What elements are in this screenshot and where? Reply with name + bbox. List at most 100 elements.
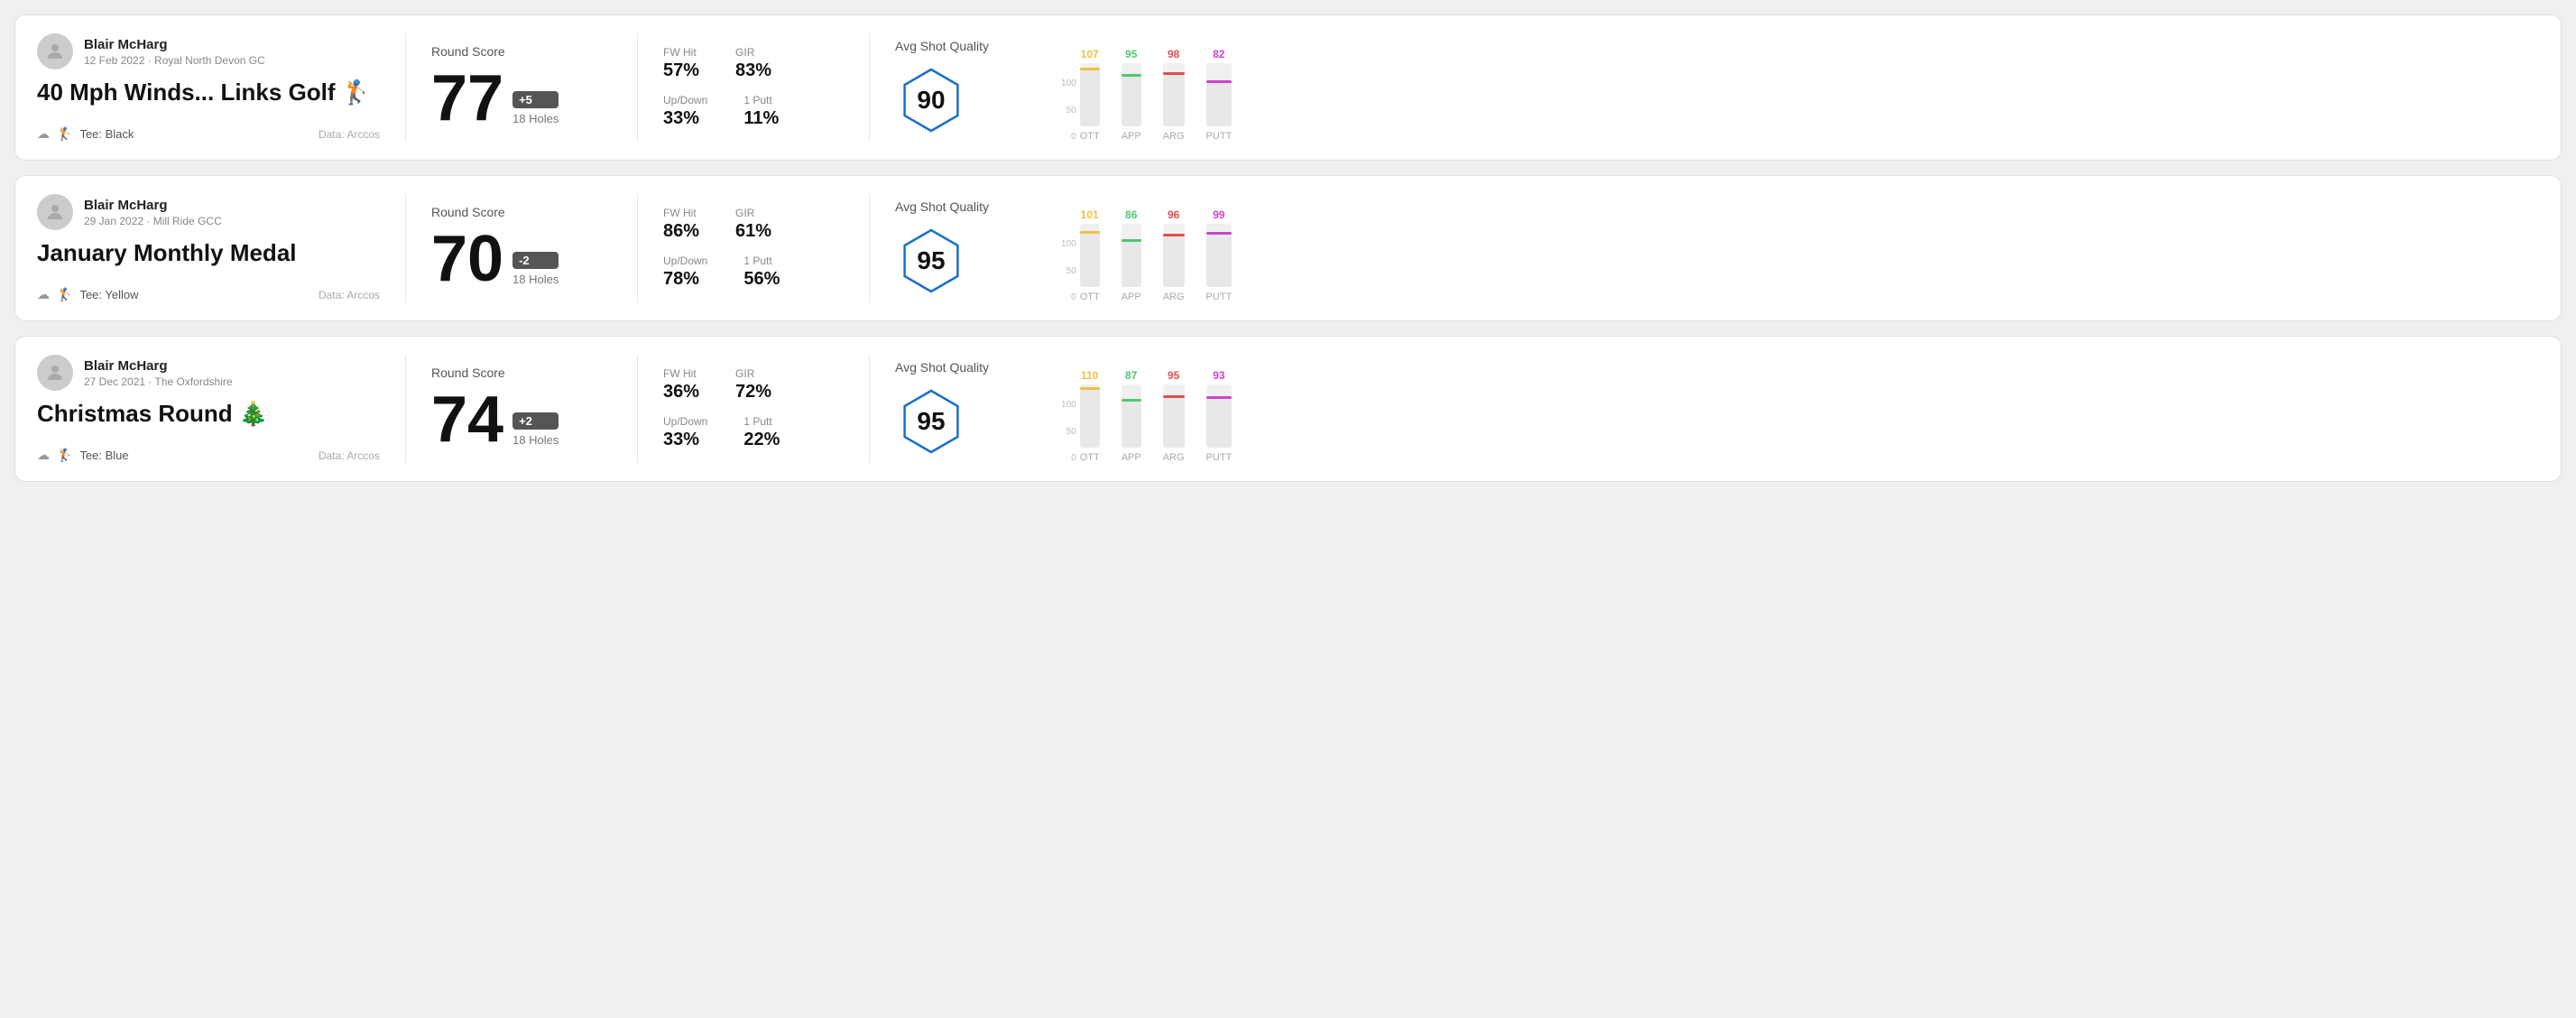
fw-hit-value: 57%	[663, 60, 699, 81]
round-title: Christmas Round 🎄	[37, 400, 380, 428]
round-score-label: Round Score	[431, 44, 612, 59]
card-footer: ☁ 🏌 Tee: Blue Data: Arccos	[37, 448, 380, 463]
fw-hit-label: FW Hit	[663, 46, 699, 59]
bar-wrapper	[1163, 384, 1185, 448]
divider-2	[637, 355, 638, 463]
divider-3	[869, 355, 870, 463]
bar-wrapper	[1206, 224, 1233, 287]
bar-line	[1080, 68, 1100, 70]
bar-line	[1080, 387, 1100, 390]
bar-wrapper	[1122, 224, 1141, 287]
oneputt-value: 11%	[743, 108, 779, 129]
bar-value-label: 96	[1168, 208, 1179, 221]
bar-fill	[1122, 77, 1141, 126]
round-score-label: Round Score	[431, 366, 612, 380]
holes-label: 18 Holes	[512, 433, 559, 447]
bar-line	[1122, 239, 1141, 242]
quality-label: Avg Shot Quality	[895, 199, 989, 214]
data-source: Data: Arccos	[319, 289, 380, 301]
divider-2	[637, 194, 638, 302]
player-date-course: 12 Feb 2022 · Royal North Devon GC	[84, 54, 265, 67]
player-name: Blair McHarg	[84, 198, 222, 213]
bar-wrapper	[1122, 63, 1141, 126]
fw-hit-label: FW Hit	[663, 207, 699, 219]
tee-info: ☁ 🏌 Tee: Yellow	[37, 287, 139, 302]
gir-value: 83%	[735, 60, 771, 81]
updown-label: Up/Down	[663, 255, 707, 267]
card-stats: FW Hit 57% GIR 83% Up/Down 33% 1 Putt 11…	[663, 33, 844, 142]
gir-value: 72%	[735, 382, 771, 403]
bar-fill	[1080, 234, 1100, 287]
bar-column: 95 ARG	[1163, 369, 1185, 463]
bag-icon: 🏌	[57, 287, 72, 302]
bar-value-label: 98	[1168, 48, 1179, 60]
bar-line	[1163, 72, 1185, 75]
gir-value: 61%	[735, 221, 771, 242]
score-row: 70 -2 18 Holes	[431, 227, 612, 292]
bar-value-label: 101	[1081, 208, 1099, 221]
bar-value-label: 86	[1125, 208, 1137, 221]
card-footer: ☁ 🏌 Tee: Yellow Data: Arccos	[37, 287, 380, 302]
player-date-course: 27 Dec 2021 · The Oxfordshire	[84, 375, 233, 388]
card-left: Blair McHarg 12 Feb 2022 · Royal North D…	[37, 33, 380, 142]
player-name: Blair McHarg	[84, 37, 265, 52]
card-chart: 100 50 0 101 OTT 86 APP	[1039, 194, 2539, 302]
bar-line	[1206, 396, 1233, 399]
quality-score: 90	[917, 86, 945, 115]
fw-hit-stat: FW Hit 57%	[663, 46, 699, 81]
bar-axis-label: OTT	[1080, 131, 1100, 142]
card-quality: Avg Shot Quality 95	[895, 194, 1039, 302]
divider-3	[869, 194, 870, 302]
stats-row-1: FW Hit 36% GIR 72%	[663, 367, 844, 403]
updown-value: 33%	[663, 430, 707, 450]
bar-value-label: 110	[1081, 369, 1098, 382]
bar-column: 87 APP	[1122, 369, 1141, 463]
fw-hit-stat: FW Hit 36%	[663, 367, 699, 403]
fw-hit-value: 36%	[663, 382, 699, 403]
data-source: Data: Arccos	[319, 449, 380, 462]
divider-1	[405, 194, 406, 302]
holes-label: 18 Holes	[512, 273, 559, 286]
card-score: Round Score 70 -2 18 Holes	[431, 194, 612, 302]
round-card-2: Blair McHarg 29 Jan 2022 · Mill Ride GCC…	[14, 175, 2562, 321]
bar-fill	[1122, 402, 1141, 448]
score-number: 77	[431, 66, 503, 131]
hexagon: 95	[895, 225, 967, 297]
oneputt-stat: 1 Putt 11%	[743, 94, 779, 129]
oneputt-label: 1 Putt	[743, 415, 780, 428]
bar-value-label: 93	[1213, 369, 1224, 382]
quality-label: Avg Shot Quality	[895, 39, 989, 53]
card-left: Blair McHarg 29 Jan 2022 · Mill Ride GCC…	[37, 194, 380, 302]
tee-info: ☁ 🏌 Tee: Black	[37, 126, 134, 142]
divider-2	[637, 33, 638, 142]
bar-wrapper	[1206, 384, 1233, 448]
bar-fill	[1080, 70, 1100, 126]
player-name: Blair McHarg	[84, 358, 233, 374]
card-footer: ☁ 🏌 Tee: Black Data: Arccos	[37, 126, 380, 142]
divider-1	[405, 33, 406, 142]
updown-label: Up/Down	[663, 94, 707, 106]
fw-hit-value: 86%	[663, 221, 699, 242]
bar-column: 98 ARG	[1163, 48, 1185, 142]
hexagon-container: 90	[895, 64, 967, 136]
score-row: 77 +5 18 Holes	[431, 66, 612, 131]
quality-score: 95	[917, 246, 945, 275]
bar-value-label: 87	[1125, 369, 1137, 382]
bar-fill	[1206, 83, 1233, 126]
card-chart: 100 50 0 107 OTT 95 APP	[1039, 33, 2539, 142]
weather-icon: ☁	[37, 448, 50, 463]
bar-axis-label: OTT	[1080, 452, 1100, 463]
bar-column: 95 APP	[1122, 48, 1141, 142]
hexagon: 95	[895, 385, 967, 458]
round-title: January Monthly Medal	[37, 239, 380, 267]
stats-row-2: Up/Down 33% 1 Putt 11%	[663, 94, 844, 129]
bar-line	[1163, 234, 1185, 236]
bar-line	[1122, 74, 1141, 77]
player-header: Blair McHarg 27 Dec 2021 · The Oxfordshi…	[37, 355, 380, 391]
bar-column: 101 OTT	[1080, 208, 1100, 302]
bar-value-label: 82	[1213, 48, 1224, 60]
bar-fill	[1206, 399, 1233, 448]
bar-axis-label: APP	[1122, 452, 1141, 463]
bar-line	[1163, 395, 1185, 398]
score-badge-col: +5 18 Holes	[512, 91, 559, 131]
